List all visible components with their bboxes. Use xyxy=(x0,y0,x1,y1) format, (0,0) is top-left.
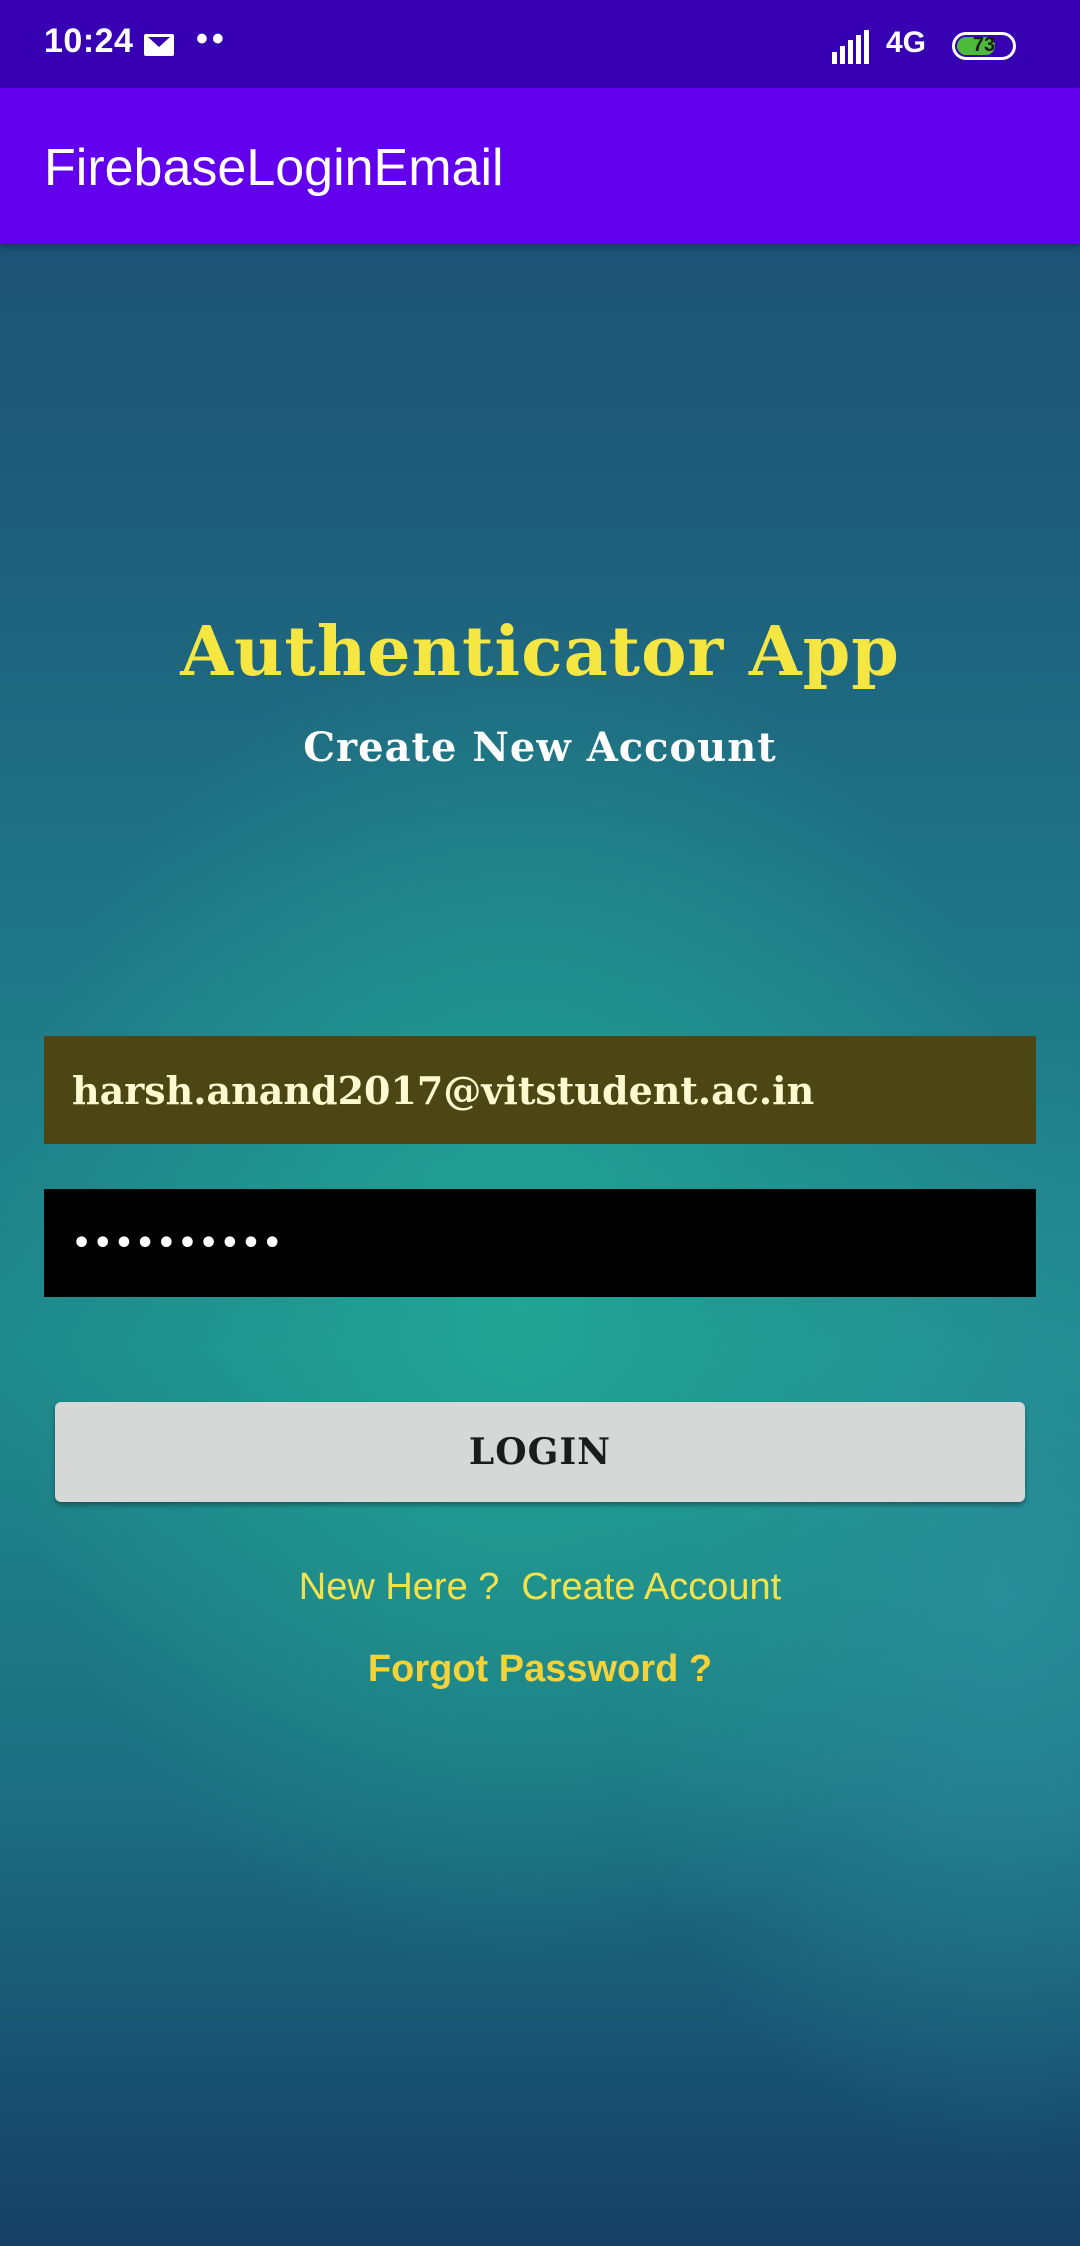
forgot-password-link[interactable]: Forgot Password ? xyxy=(0,1648,1080,1691)
new-here-link[interactable]: New Here ? xyxy=(299,1566,500,1609)
status-time: 10:24 xyxy=(44,22,134,60)
email-field[interactable]: harsh.anand2017@vitstudent.ac.in xyxy=(44,1036,1036,1144)
signal-strength-icon xyxy=(832,30,869,64)
battery-level: 73 xyxy=(972,34,996,56)
app-title: FirebaseLoginEmail xyxy=(44,139,504,197)
app-bar: FirebaseLoginEmail xyxy=(0,88,1080,244)
password-field[interactable]: •••••••••• xyxy=(44,1189,1036,1297)
more-notifications-icon: •• xyxy=(196,20,228,58)
network-type-label: 4G xyxy=(886,26,927,59)
page-title: Authenticator App xyxy=(180,612,900,692)
gmail-notification-icon xyxy=(144,34,174,56)
page-subtitle: Create New Account xyxy=(303,724,777,771)
signup-links-row: New Here ? Create Account xyxy=(0,1566,1080,1609)
status-bar: 10:24 •• 4G 73 xyxy=(0,0,1080,88)
create-account-link[interactable]: Create Account xyxy=(521,1566,781,1609)
login-screen: 10:24 •• 4G 73 FirebaseLoginEmail Authen… xyxy=(0,0,1080,2246)
login-button[interactable]: LOGIN xyxy=(55,1402,1025,1502)
battery-icon: 73 xyxy=(952,32,1016,60)
